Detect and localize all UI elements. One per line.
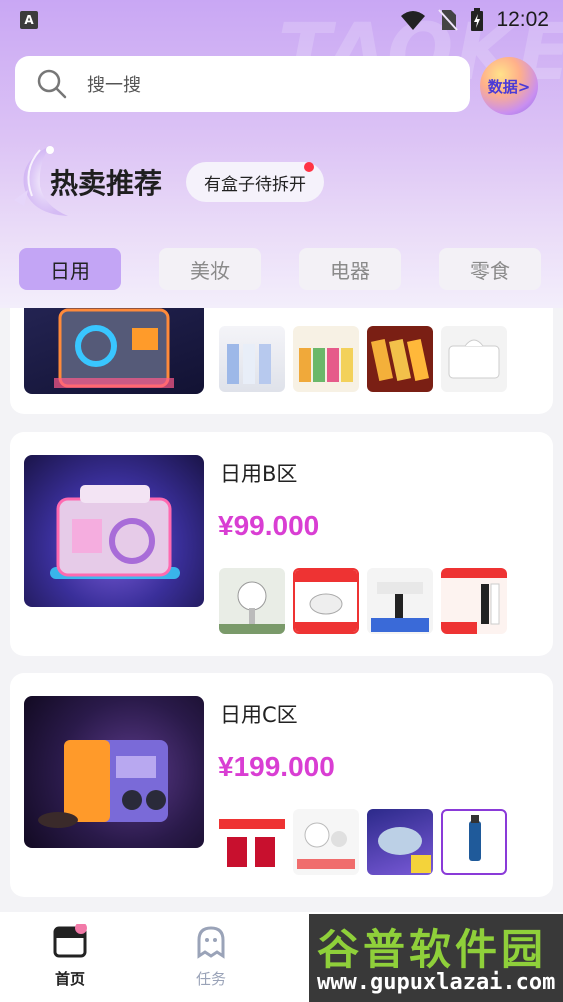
product-thumbnail[interactable] (441, 809, 507, 875)
product-thumbnail[interactable] (219, 568, 285, 634)
tab-appliances[interactable]: 电器 (299, 248, 401, 290)
unopened-box-badge[interactable]: 有盒子待拆开 (186, 162, 324, 202)
tab-beauty[interactable]: 美妆 (159, 248, 261, 290)
nav-tasks-label: 任务 (195, 970, 226, 988)
box-list[interactable]: 日用B区 ¥99.000 日用C区 ¥199.000 (0, 308, 563, 912)
watermark-title: 谷普软件园 (317, 925, 548, 974)
category-tabs: 日用 美妆 电器 零食 (19, 248, 541, 290)
box-card-c[interactable]: 日用C区 ¥199.000 (10, 673, 553, 897)
product-thumbnail[interactable] (293, 326, 359, 392)
box-name: 日用B区 (220, 462, 298, 486)
product-thumbnail[interactable] (219, 809, 285, 875)
nav-home[interactable]: 首页 (35, 922, 105, 989)
box-image (24, 696, 204, 848)
product-thumbnails (219, 568, 507, 634)
data-button[interactable]: 数据> (480, 57, 538, 115)
box-price: ¥99.000 (218, 510, 320, 541)
nav-home-label: 首页 (54, 970, 85, 988)
box-image (24, 308, 204, 394)
notification-dot (304, 162, 314, 172)
tab-daily[interactable]: 日用 (19, 248, 121, 290)
product-thumbnail[interactable] (367, 326, 433, 392)
hot-section-header: 热卖推荐 有盒子待拆开 (10, 140, 555, 220)
battery-charging-icon (471, 8, 484, 31)
box-card-a[interactable] (10, 308, 553, 414)
box-name: 日用C区 (220, 703, 298, 727)
app-notification-icon: A (20, 11, 38, 29)
product-thumbnails (219, 326, 507, 392)
site-watermark: 谷普软件园 www.gupuxlazai.com (309, 914, 563, 1002)
nav-tasks[interactable]: 任务 (176, 924, 246, 989)
status-time: 12:02 (496, 8, 549, 31)
wifi-icon (401, 11, 426, 30)
search-icon (37, 69, 67, 99)
product-thumbnails (219, 809, 507, 875)
product-thumbnail[interactable] (293, 809, 359, 875)
search-input[interactable]: 搜一搜 (15, 56, 470, 112)
watermark-url: www.gupuxlazai.com (317, 970, 556, 995)
product-thumbnail[interactable] (441, 568, 507, 634)
no-sim-icon (438, 9, 459, 31)
box-card-b[interactable]: 日用B区 ¥99.000 (10, 432, 553, 656)
hot-title: 热卖推荐 (50, 167, 163, 200)
product-thumbnail[interactable] (441, 326, 507, 392)
product-thumbnail[interactable] (293, 568, 359, 634)
search-placeholder: 搜一搜 (87, 75, 141, 96)
product-thumbnail[interactable] (219, 326, 285, 392)
box-image (24, 455, 204, 607)
ghost-icon (197, 926, 225, 959)
product-thumbnail[interactable] (367, 568, 433, 634)
product-thumbnail[interactable] (367, 809, 433, 875)
store-icon (53, 922, 87, 958)
status-bar: A 12:02 (0, 0, 563, 40)
box-price: ¥199.000 (218, 751, 335, 782)
badge-label: 有盒子待拆开 (204, 174, 306, 195)
tab-snacks[interactable]: 零食 (439, 248, 541, 290)
